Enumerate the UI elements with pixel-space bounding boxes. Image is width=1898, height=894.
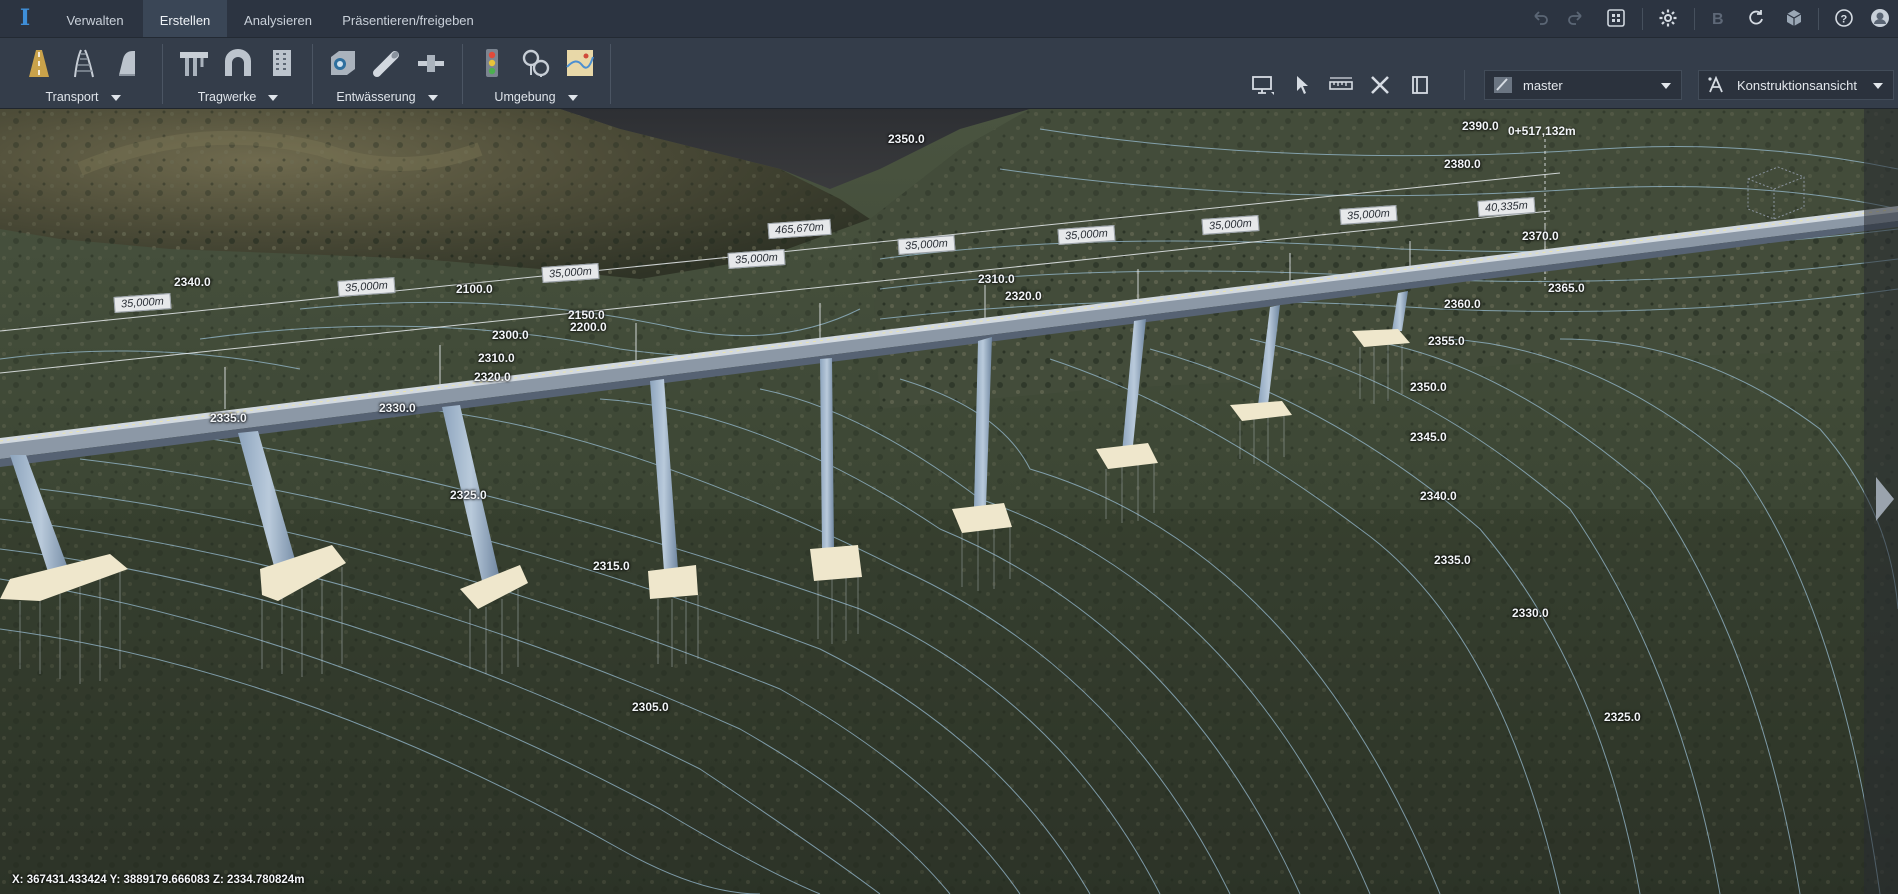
contour-label: 2360.0 [1444, 297, 1481, 311]
contour-label: 2200.0 [570, 320, 607, 334]
help-icon[interactable]: ? [1832, 6, 1856, 30]
undo-icon[interactable] [1528, 6, 1552, 30]
contour-label: 2345.0 [1410, 430, 1447, 444]
contour-label: 2325.0 [1604, 710, 1641, 724]
vegetation-icon[interactable] [517, 46, 555, 80]
chevron-down-icon [1661, 83, 1671, 89]
select-pointer-icon[interactable] [1288, 72, 1318, 98]
contour-label: 2380.0 [1444, 157, 1481, 171]
measure-ruler-icon[interactable] [1326, 72, 1356, 98]
proposal-dropdown[interactable]: master [1484, 70, 1682, 100]
station-label: 0+517,132m [1508, 124, 1576, 138]
contour-label: 2335.0 [210, 411, 247, 425]
contour-label: 2320.0 [474, 370, 511, 384]
toolbar-divider [1464, 70, 1465, 100]
road-icon[interactable] [20, 46, 58, 80]
ribbon-group-label[interactable]: Tragwerke [166, 90, 310, 104]
contour-label: 2300.0 [492, 328, 529, 342]
ribbon-divider [162, 44, 163, 104]
contour-label: 2340.0 [1420, 489, 1457, 503]
proposal-label: master [1523, 78, 1563, 93]
tools-icon[interactable] [1366, 72, 1396, 98]
contour-label: 2350.0 [888, 132, 925, 146]
drainage-box-icon[interactable] [324, 46, 362, 80]
coordinate-readout: X: 367431.433424 Y: 3889179.666083 Z: 23… [12, 874, 305, 886]
contour-label: 2320.0 [1005, 289, 1042, 303]
title-bar: I Verwalten Erstellen Analysieren Präsen… [0, 0, 1898, 38]
view-style-icon [1708, 76, 1723, 93]
tab-verwalten[interactable]: Verwalten [52, 0, 138, 37]
contour-label: 2335.0 [1434, 553, 1471, 567]
display-settings-icon[interactable] [1248, 72, 1278, 98]
expand-panel-icon[interactable] [1872, 469, 1898, 529]
contour-label: 2315.0 [593, 559, 630, 573]
ribbon-group-label[interactable]: Umgebung [464, 90, 608, 104]
contour-label: 2355.0 [1428, 334, 1465, 348]
contour-label: 2390.0 [1462, 119, 1499, 133]
traffic-light-icon[interactable] [473, 46, 511, 80]
contour-label: 2325.0 [450, 488, 487, 502]
user-avatar-icon[interactable] [1868, 6, 1892, 30]
tab-praesentieren-freigeben[interactable]: Präsentieren/freigeben [330, 0, 486, 37]
contour-label: 2330.0 [379, 401, 416, 415]
grid-view-icon[interactable] [1604, 6, 1628, 30]
ribbon-group-umgebung: Umgebung [464, 38, 608, 108]
contour-label: 2370.0 [1522, 229, 1559, 243]
bim360-icon[interactable]: B [1706, 6, 1730, 30]
pipe-icon[interactable] [368, 46, 406, 80]
building-icon[interactable] [263, 46, 301, 80]
ribbon-group-label[interactable]: Transport [8, 90, 158, 104]
svg-text:?: ? [1841, 14, 1848, 26]
view-label: Konstruktionsansicht [1737, 78, 1857, 93]
view-dropdown[interactable]: Konstruktionsansicht [1698, 70, 1894, 100]
tunnel-icon[interactable] [219, 46, 257, 80]
contour-label: 2365.0 [1548, 281, 1585, 295]
toolbar-divider [1642, 8, 1643, 30]
ribbon-group-tragwerke: Tragwerke [166, 38, 310, 108]
ribbon-divider [610, 44, 611, 104]
contour-label: 2330.0 [1512, 606, 1549, 620]
sync-icon[interactable] [1744, 6, 1768, 30]
book-layout-icon[interactable] [1406, 72, 1436, 98]
model-cube-icon[interactable] [1782, 6, 1806, 30]
railway-icon[interactable] [64, 46, 102, 80]
contour-label: 2340.0 [174, 275, 211, 289]
ribbon-divider [312, 44, 313, 104]
tab-analysieren[interactable]: Analysieren [232, 0, 324, 37]
svg-text:B: B [1712, 11, 1724, 28]
ribbon-divider [462, 44, 463, 104]
terrain-scene [0, 109, 1898, 894]
app-logo[interactable]: I [14, 6, 36, 30]
ribbon-group-label[interactable]: Entwässerung [314, 90, 460, 104]
terrain-icon[interactable] [561, 46, 599, 80]
culvert-icon[interactable] [412, 46, 450, 80]
toolbar-divider [1694, 8, 1695, 30]
contour-label: 2310.0 [478, 351, 515, 365]
contour-label: 2350.0 [1410, 380, 1447, 394]
3d-viewport[interactable]: 35,000m 35,000m 35,000m 35,000m 465,670m… [0, 109, 1898, 894]
bridge-icon[interactable] [175, 46, 213, 80]
settings-gear-icon[interactable] [1656, 6, 1680, 30]
contour-label: 2100.0 [456, 282, 493, 296]
contour-label: 2305.0 [632, 700, 669, 714]
chevron-down-icon [1873, 83, 1883, 89]
pavement-icon[interactable] [108, 46, 146, 80]
redo-icon[interactable] [1564, 6, 1588, 30]
ribbon-group-entwaesserung: Entwässerung [314, 38, 460, 108]
toolbar-divider [1818, 8, 1819, 30]
contour-label: 2310.0 [978, 272, 1015, 286]
ribbon-group-transport: Transport [8, 38, 158, 108]
tab-erstellen[interactable]: Erstellen [143, 0, 227, 37]
proposal-icon [1494, 77, 1512, 93]
